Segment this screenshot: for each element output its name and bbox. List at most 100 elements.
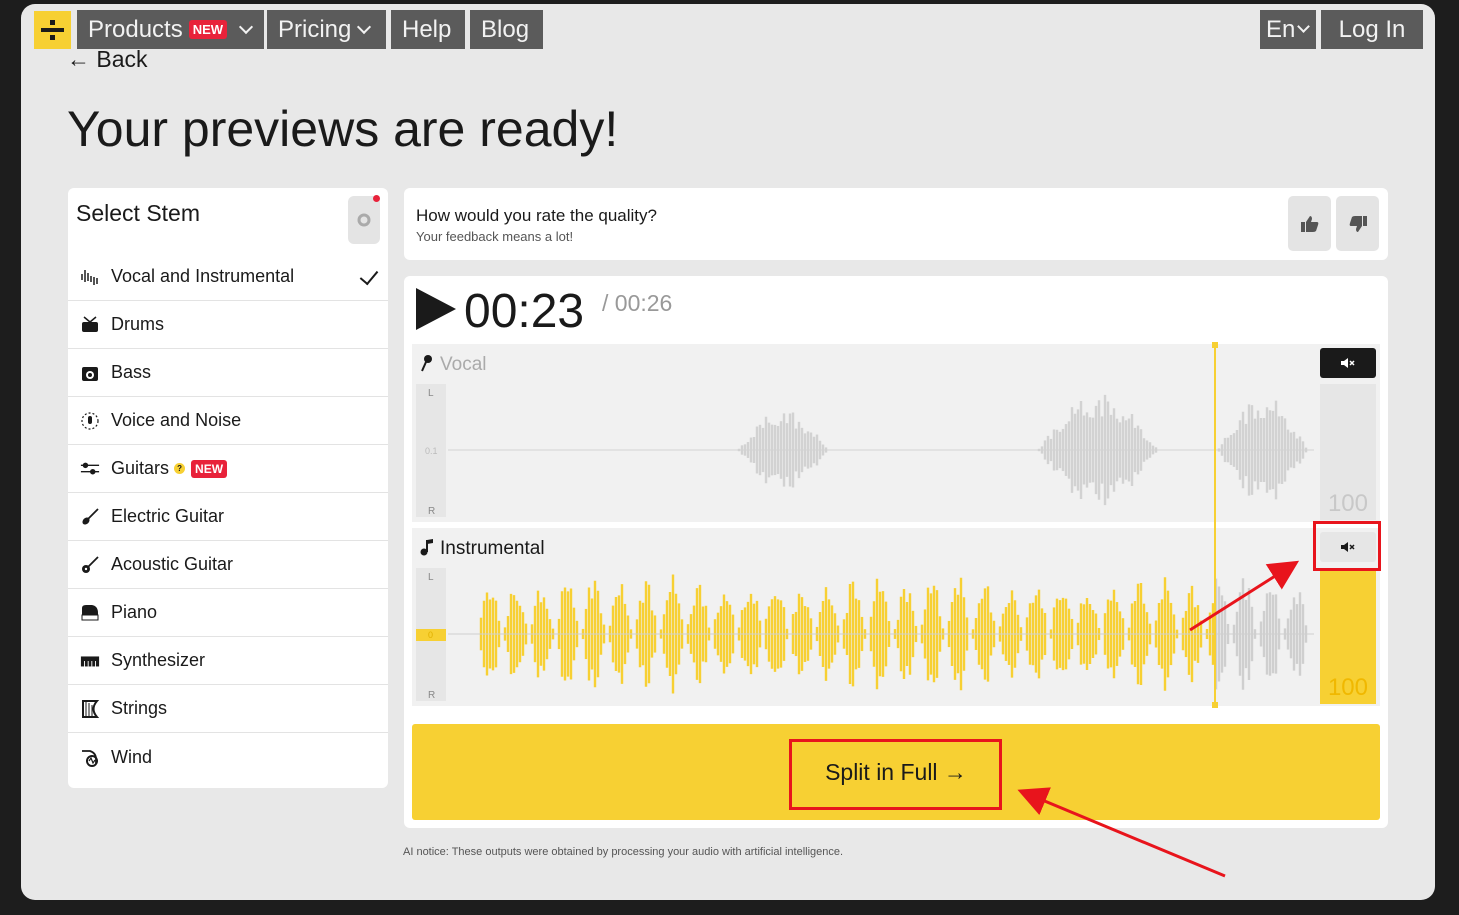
piano-icon <box>80 603 100 623</box>
nav-blog-button[interactable]: Blog <box>470 10 543 49</box>
settings-button[interactable] <box>348 196 380 244</box>
help-icon[interactable]: ? <box>174 463 186 474</box>
vocal-track: Vocal L 0.1 R 100 <box>412 344 1380 522</box>
drum-icon <box>80 315 100 335</box>
harp-icon <box>80 699 100 719</box>
feedback-panel: How would you rate the quality? Your fee… <box>404 188 1388 260</box>
checkmark-icon <box>359 265 379 286</box>
new-badge: NEW <box>191 459 228 478</box>
gear-icon <box>357 213 371 227</box>
highlight-box-mute <box>1313 521 1381 571</box>
stem-item-bass[interactable]: Bass <box>68 349 388 397</box>
stem-item-label: Piano <box>111 602 158 622</box>
track-name: Instrumental <box>440 538 545 559</box>
stem-item-label: Electric Guitar <box>111 506 225 526</box>
stem-item-label: Acoustic Guitar <box>111 554 234 574</box>
stem-item-vocal-instrumental[interactable]: Vocal and Instrumental <box>68 253 388 301</box>
thumbs-down-button[interactable] <box>1336 196 1379 251</box>
page-title: Your previews are ready! <box>67 101 619 157</box>
playhead[interactable] <box>1212 342 1219 708</box>
volume-slider-instrumental[interactable]: 100 <box>1320 568 1376 704</box>
guitars-icon <box>80 459 100 479</box>
logo-dot-top <box>50 20 55 25</box>
play-button[interactable] <box>416 288 456 330</box>
back-link[interactable]: ← Back <box>67 46 148 73</box>
stem-item-drums[interactable]: Drums <box>68 301 388 349</box>
stem-item-guitars[interactable]: Guitars ? NEW <box>68 445 388 493</box>
stem-item-label: Bass <box>111 362 152 382</box>
chevron-down-icon <box>238 19 254 34</box>
nav-products-label: Products <box>88 15 183 43</box>
chevron-down-icon <box>357 19 372 34</box>
new-badge: NEW <box>188 20 228 39</box>
nav-products-button[interactable]: Products NEW <box>77 10 264 49</box>
waveform-icon <box>80 267 100 287</box>
stem-item-wind[interactable]: Wind <box>68 733 388 781</box>
thumbs-up-icon <box>1300 215 1318 232</box>
logo-dot-bottom <box>50 35 55 40</box>
stem-item-label: Drums <box>111 314 164 334</box>
chevron-down-icon <box>1297 20 1311 33</box>
waveform[interactable] <box>448 384 1314 517</box>
stem-item-label: Guitars <box>111 458 170 478</box>
logo-icon[interactable] <box>34 11 71 49</box>
waveform[interactable] <box>448 568 1314 701</box>
volume-slider-vocal[interactable]: 100 <box>1320 384 1376 520</box>
nav-pricing-label: Pricing <box>278 15 352 43</box>
language-select[interactable]: En <box>1260 10 1316 49</box>
current-time: 00:23 <box>464 285 585 338</box>
nav-blog-label: Blog <box>481 15 530 43</box>
amp-icon <box>80 363 100 383</box>
mute-button-vocal[interactable] <box>1320 348 1376 378</box>
acoustic-guitar-icon <box>80 555 100 575</box>
stereo-meter: L 0.1 R <box>416 384 446 517</box>
stem-item-label: Voice and Noise <box>111 410 242 430</box>
stem-selector: Select Stem Vocal and Instrumental Drums… <box>68 188 388 788</box>
volume-value: 100 <box>1327 674 1368 701</box>
stem-item-acoustic-guitar[interactable]: Acoustic Guitar <box>68 541 388 589</box>
total-time: / 00:26 <box>602 290 673 316</box>
meter-left-label: L <box>428 572 434 583</box>
feedback-subtitle: Your feedback means a lot! <box>416 229 574 244</box>
stereo-meter: L 0 R <box>416 568 446 701</box>
ai-notice: AI notice: These outputs were obtained b… <box>403 846 844 858</box>
stem-item-label: Vocal and Instrumental <box>111 266 295 286</box>
instrumental-track: Instrumental L 0 R 100 <box>412 528 1380 706</box>
microphone-icon <box>421 355 432 372</box>
nav-help-label: Help <box>402 15 452 43</box>
stem-item-label: Wind <box>111 746 153 767</box>
stem-item-piano[interactable]: Piano <box>68 589 388 637</box>
highlight-box-split <box>789 739 1002 810</box>
meter-value: 0.1 <box>425 446 438 456</box>
nav-help-button[interactable]: Help <box>391 10 465 49</box>
app-frame: Products NEW Pricing Help Blog En Log In… <box>21 4 1435 900</box>
electric-guitar-icon <box>80 507 100 527</box>
meter-left-label: L <box>428 388 434 399</box>
login-label: Log In <box>1338 15 1406 43</box>
login-button[interactable]: Log In <box>1321 10 1423 49</box>
stem-item-voice-noise[interactable]: Voice and Noise <box>68 397 388 445</box>
playhead-handle-bottom <box>1212 702 1219 708</box>
language-label: En <box>1266 15 1296 43</box>
thumbs-down-icon <box>1349 215 1367 232</box>
synth-icon <box>80 651 100 671</box>
thumbs-up-button[interactable] <box>1288 196 1331 251</box>
stem-item-strings[interactable]: Strings <box>68 685 388 733</box>
meter-value: 0 <box>428 630 434 640</box>
meter-right-label: R <box>428 690 436 701</box>
voice-noise-icon <box>80 411 100 431</box>
horn-icon <box>80 747 100 767</box>
notification-dot <box>373 195 380 202</box>
nav-pricing-button[interactable]: Pricing <box>267 10 386 49</box>
stem-item-electric-guitar[interactable]: Electric Guitar <box>68 493 388 541</box>
speaker-muted-icon <box>1341 358 1355 368</box>
volume-value: 100 <box>1327 490 1368 517</box>
feedback-question: How would you rate the quality? <box>416 206 657 225</box>
music-note-icon <box>420 539 433 556</box>
stem-header: Select Stem <box>76 200 200 226</box>
logo-bar <box>41 28 64 32</box>
meter-right-label: R <box>428 506 436 517</box>
stem-item-label: Strings <box>111 698 168 718</box>
stem-item-synthesizer[interactable]: Synthesizer <box>68 637 388 685</box>
track-name: Vocal <box>440 354 487 375</box>
